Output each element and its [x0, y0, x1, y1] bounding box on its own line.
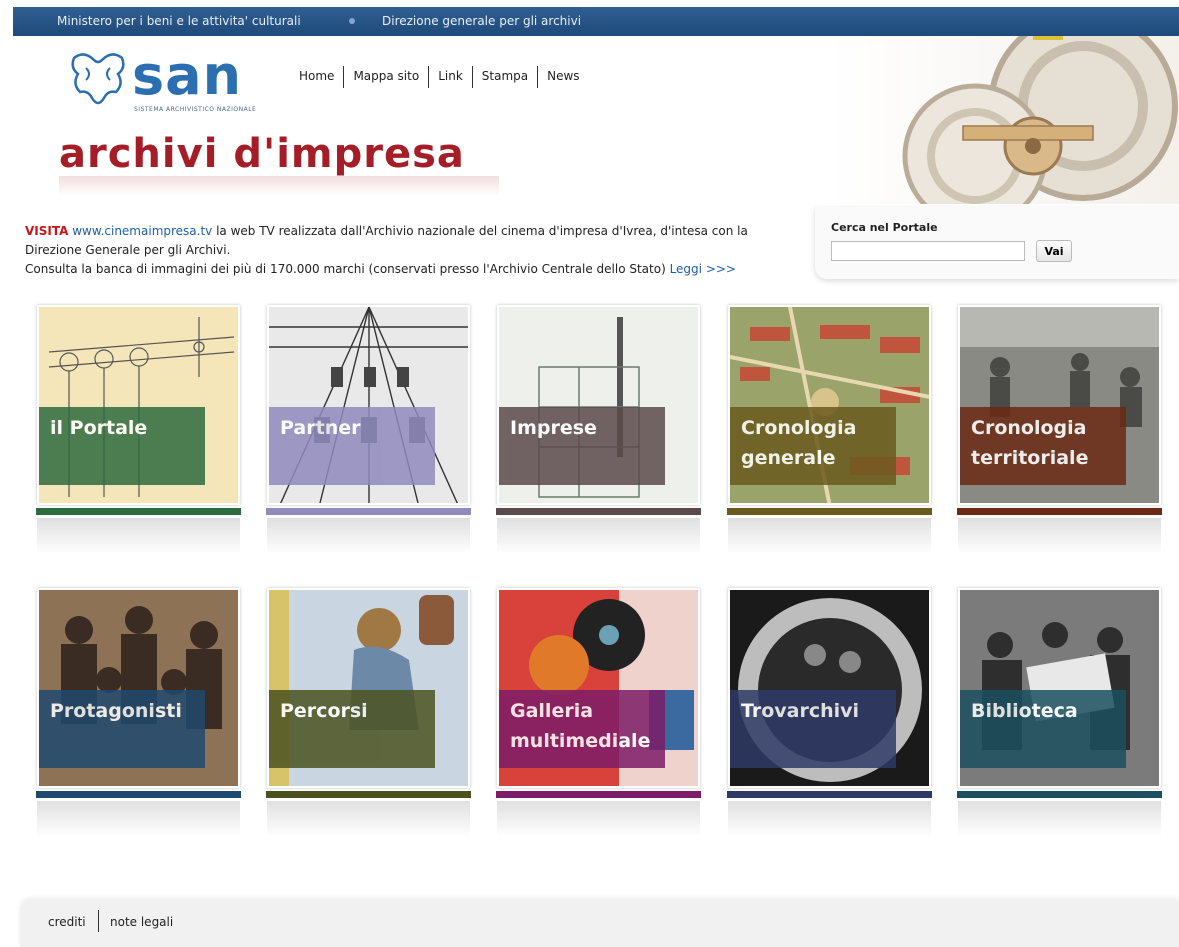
legal-notes-link[interactable]: note legali — [110, 915, 173, 929]
tile-caption: Percorsi — [269, 690, 435, 768]
read-more-link[interactable]: Leggi >>> — [670, 262, 736, 276]
nav-home[interactable]: Home — [290, 69, 343, 88]
nav-sitemap[interactable]: Mappa sito — [344, 69, 428, 88]
tile-caption: Cronologia generale — [730, 407, 896, 485]
nav-news[interactable]: News — [538, 69, 588, 88]
san-emblem-icon — [71, 53, 125, 105]
tile-reflection — [37, 518, 240, 554]
main-nav: Home Mappa sito Link Stampa News — [290, 66, 589, 88]
tile-galleria-multimediale[interactable]: Galleria multimediale — [496, 588, 701, 837]
tile-reflection — [267, 801, 470, 837]
search-panel: Cerca nel Portale Vai — [815, 207, 1179, 279]
tile-label: il Portale — [50, 417, 148, 439]
tile-biblioteca[interactable]: Biblioteca — [957, 588, 1162, 837]
ministry-link[interactable]: Ministero per i beni e le attivita' cult… — [57, 7, 301, 36]
nav-print[interactable]: Stampa — [473, 69, 537, 88]
tile-color-bar — [266, 791, 471, 798]
search-input[interactable] — [831, 241, 1025, 261]
tile-color-bar — [957, 508, 1162, 515]
tile-label: Cronologia territoriale — [971, 417, 1089, 469]
tile-caption: il Portale — [39, 407, 205, 485]
tile-caption: Trovarchivi — [730, 690, 896, 768]
tile-reflection — [497, 801, 700, 837]
credits-link[interactable]: crediti — [48, 915, 86, 929]
tile-reflection — [728, 801, 931, 837]
tile-color-bar — [36, 791, 241, 798]
tile-label: Biblioteca — [971, 700, 1078, 722]
announcement-line2: Consulta la banca di immagini dei più di… — [25, 262, 670, 276]
logo-wordmark: san — [132, 44, 243, 107]
search-button[interactable]: Vai — [1036, 240, 1072, 262]
tile-trovarchivi[interactable]: Trovarchivi — [727, 588, 932, 837]
tile-partner[interactable]: Partner — [266, 305, 471, 554]
tile-reflection — [37, 801, 240, 837]
tile-cronologia-generale[interactable]: Cronologia generale — [727, 305, 932, 554]
announcement-text: VISITA www.cinemaimpresa.tv la web TV re… — [25, 222, 805, 279]
ministry-bar: Ministero per i beni e le attivita' cult… — [13, 7, 1179, 36]
search-label: Cerca nel Portale — [831, 221, 938, 234]
tile-label: Percorsi — [280, 700, 368, 722]
tile-color-bar — [496, 508, 701, 515]
tile-caption: Protagonisti — [39, 690, 205, 768]
tile-label: Galleria multimediale — [510, 700, 651, 752]
visit-label: VISITA — [25, 224, 69, 238]
tile-caption: Imprese — [499, 407, 665, 485]
tile-label: Imprese — [510, 417, 597, 439]
tile-cronologia-territoriale[interactable]: Cronologia territoriale — [957, 305, 1162, 554]
site-header: san SISTEMA ARCHIVISTICO NAZIONALE Home … — [13, 36, 1179, 204]
tile-percorsi[interactable]: Percorsi — [266, 588, 471, 837]
cinema-link[interactable]: www.cinemaimpresa.tv — [72, 224, 212, 238]
tile-reflection — [728, 518, 931, 554]
separator-dot — [349, 18, 355, 24]
tile-caption: Cronologia territoriale — [960, 407, 1126, 485]
site-footer: crediti note legali — [20, 900, 1179, 947]
gears-illustration-icon — [902, 36, 1178, 204]
tile-reflection — [958, 801, 1161, 837]
title-reflection — [59, 176, 499, 196]
tile-protagonisti[interactable]: Protagonisti — [36, 588, 241, 837]
tile-color-bar — [727, 791, 932, 798]
tile-reflection — [958, 518, 1161, 554]
tile-color-bar — [266, 508, 471, 515]
tile-caption: Partner — [269, 407, 435, 485]
tile-reflection — [267, 518, 470, 554]
tile-color-bar — [496, 791, 701, 798]
site-title: archivi d'impresa — [59, 131, 465, 177]
tile-caption: Galleria multimediale — [499, 690, 665, 768]
logo-subtitle: SISTEMA ARCHIVISTICO NAZIONALE — [134, 106, 257, 113]
tile-color-bar — [957, 791, 1162, 798]
tile-imprese[interactable]: Imprese — [496, 305, 701, 554]
tile-color-bar — [36, 508, 241, 515]
tile-il-portale[interactable]: il Portale — [36, 305, 241, 554]
tile-reflection — [497, 518, 700, 554]
tile-caption: Biblioteca — [960, 690, 1126, 768]
tile-label: Protagonisti — [50, 700, 182, 722]
tile-color-bar — [727, 508, 932, 515]
footer-separator — [98, 910, 99, 932]
nav-link[interactable]: Link — [429, 69, 472, 88]
tile-label: Trovarchivi — [741, 700, 860, 722]
tile-label: Cronologia generale — [741, 417, 857, 469]
san-logo[interactable]: san SISTEMA ARCHIVISTICO NAZIONALE — [68, 44, 258, 120]
tile-label: Partner — [280, 417, 361, 439]
direction-link[interactable]: Direzione generale per gli archivi — [382, 7, 581, 36]
